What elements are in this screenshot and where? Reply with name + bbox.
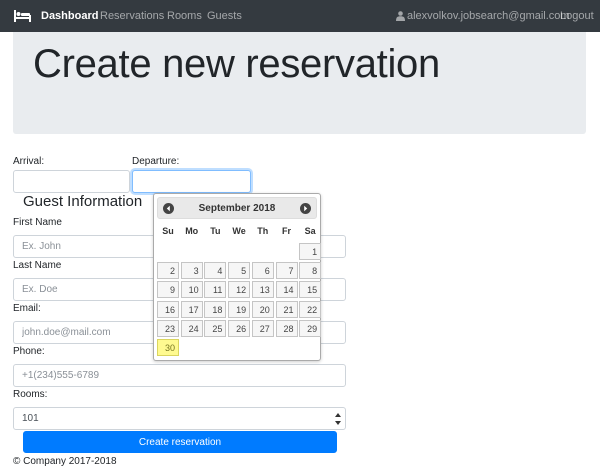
weekday-header: Mo [185,226,199,236]
guest-info-heading: Guest Information [23,193,143,210]
calendar-day[interactable]: 28 [275,319,298,337]
arrival-label: Arrival: [13,156,45,167]
departure-label: Departure: [132,156,180,167]
calendar-day[interactable]: 20 [251,300,274,318]
calendar-day[interactable]: 3 [180,262,203,280]
calendar-day[interactable]: 4 [204,262,227,280]
rooms-select-value: 101 [22,413,39,424]
select-arrows-icon [335,413,341,425]
calendar-day[interactable]: 6 [251,262,274,280]
datepicker-header: September 2018 [157,197,317,219]
user-icon [396,11,405,21]
nav-logout[interactable]: Logout [560,10,594,22]
bed-icon[interactable] [14,10,31,22]
calendar-day[interactable]: 14 [275,281,298,299]
calendar-day[interactable]: 15 [299,281,322,299]
jumbotron: Create new reservation [13,32,586,134]
nav-rooms[interactable]: Rooms [167,10,202,22]
phone-input[interactable] [13,364,346,387]
datepicker-month-title: September 2018 [198,203,276,214]
rooms-label: Rooms: [13,389,48,400]
circle-arrow-right-icon[interactable] [300,203,311,214]
calendar-day[interactable]: 13 [251,281,274,299]
page-title: Create new reservation [33,42,440,86]
calendar-day[interactable]: 21 [275,300,298,318]
calendar-day[interactable]: 17 [180,300,203,318]
calendar-day[interactable]: 7 [275,262,298,280]
calendar-day[interactable]: 8 [299,262,322,280]
weekday-header: We [232,226,246,236]
nav-dashboard[interactable]: Dashboard [41,10,98,22]
weekday-header: Su [162,226,174,236]
datepicker: September 2018 Su Mo Tu We Th Fr Sa 1 2 3 4 5 6 7 8 9 10… [153,193,322,361]
weekday-header: Fr [282,226,291,236]
calendar-day[interactable]: 30 [157,339,179,356]
calendar-day[interactable]: 29 [299,319,322,337]
calendar-day[interactable]: 10 [180,281,203,299]
weekday-header: Th [257,226,269,236]
calendar-day[interactable]: 11 [204,281,227,299]
calendar-day[interactable]: 23 [157,319,179,337]
calendar-day[interactable]: 9 [157,281,179,299]
calendar-day[interactable]: 5 [228,262,251,280]
calendar-day[interactable]: 16 [157,300,179,318]
nav-reservations[interactable]: Reservations [100,10,164,22]
arrival-input[interactable] [13,170,130,193]
nav-guests[interactable]: Guests [207,10,242,22]
calendar-day[interactable]: 27 [251,319,274,337]
weekday-header: Sa [304,226,316,236]
last-name-label: Last Name [13,260,62,271]
calendar-day[interactable]: 2 [157,262,179,280]
footer: © Company 2017-2018 [13,456,117,467]
departure-input[interactable] [132,170,251,193]
calendar-day[interactable]: 25 [204,319,227,337]
email-label: Email: [13,303,41,314]
phone-label: Phone: [13,346,45,357]
calendar-day[interactable]: 1 [299,243,322,260]
calendar-day[interactable]: 18 [204,300,227,318]
calendar-day[interactable]: 19 [228,300,251,318]
calendar-day[interactable]: 12 [228,281,251,299]
calendar-day[interactable]: 26 [228,319,251,337]
calendar-day[interactable]: 24 [180,319,203,337]
create-reservation-button[interactable]: Create reservation [23,431,337,453]
weekday-header: Tu [210,226,221,236]
nav-user-email[interactable]: alexvolkov.jobsearch@gmail.com [407,10,570,22]
navbar: Dashboard Reservations Rooms Guests alex… [0,0,600,32]
first-name-label: First Name [13,217,62,228]
rooms-select[interactable]: 101 [13,407,346,430]
calendar-day[interactable]: 22 [299,300,322,318]
